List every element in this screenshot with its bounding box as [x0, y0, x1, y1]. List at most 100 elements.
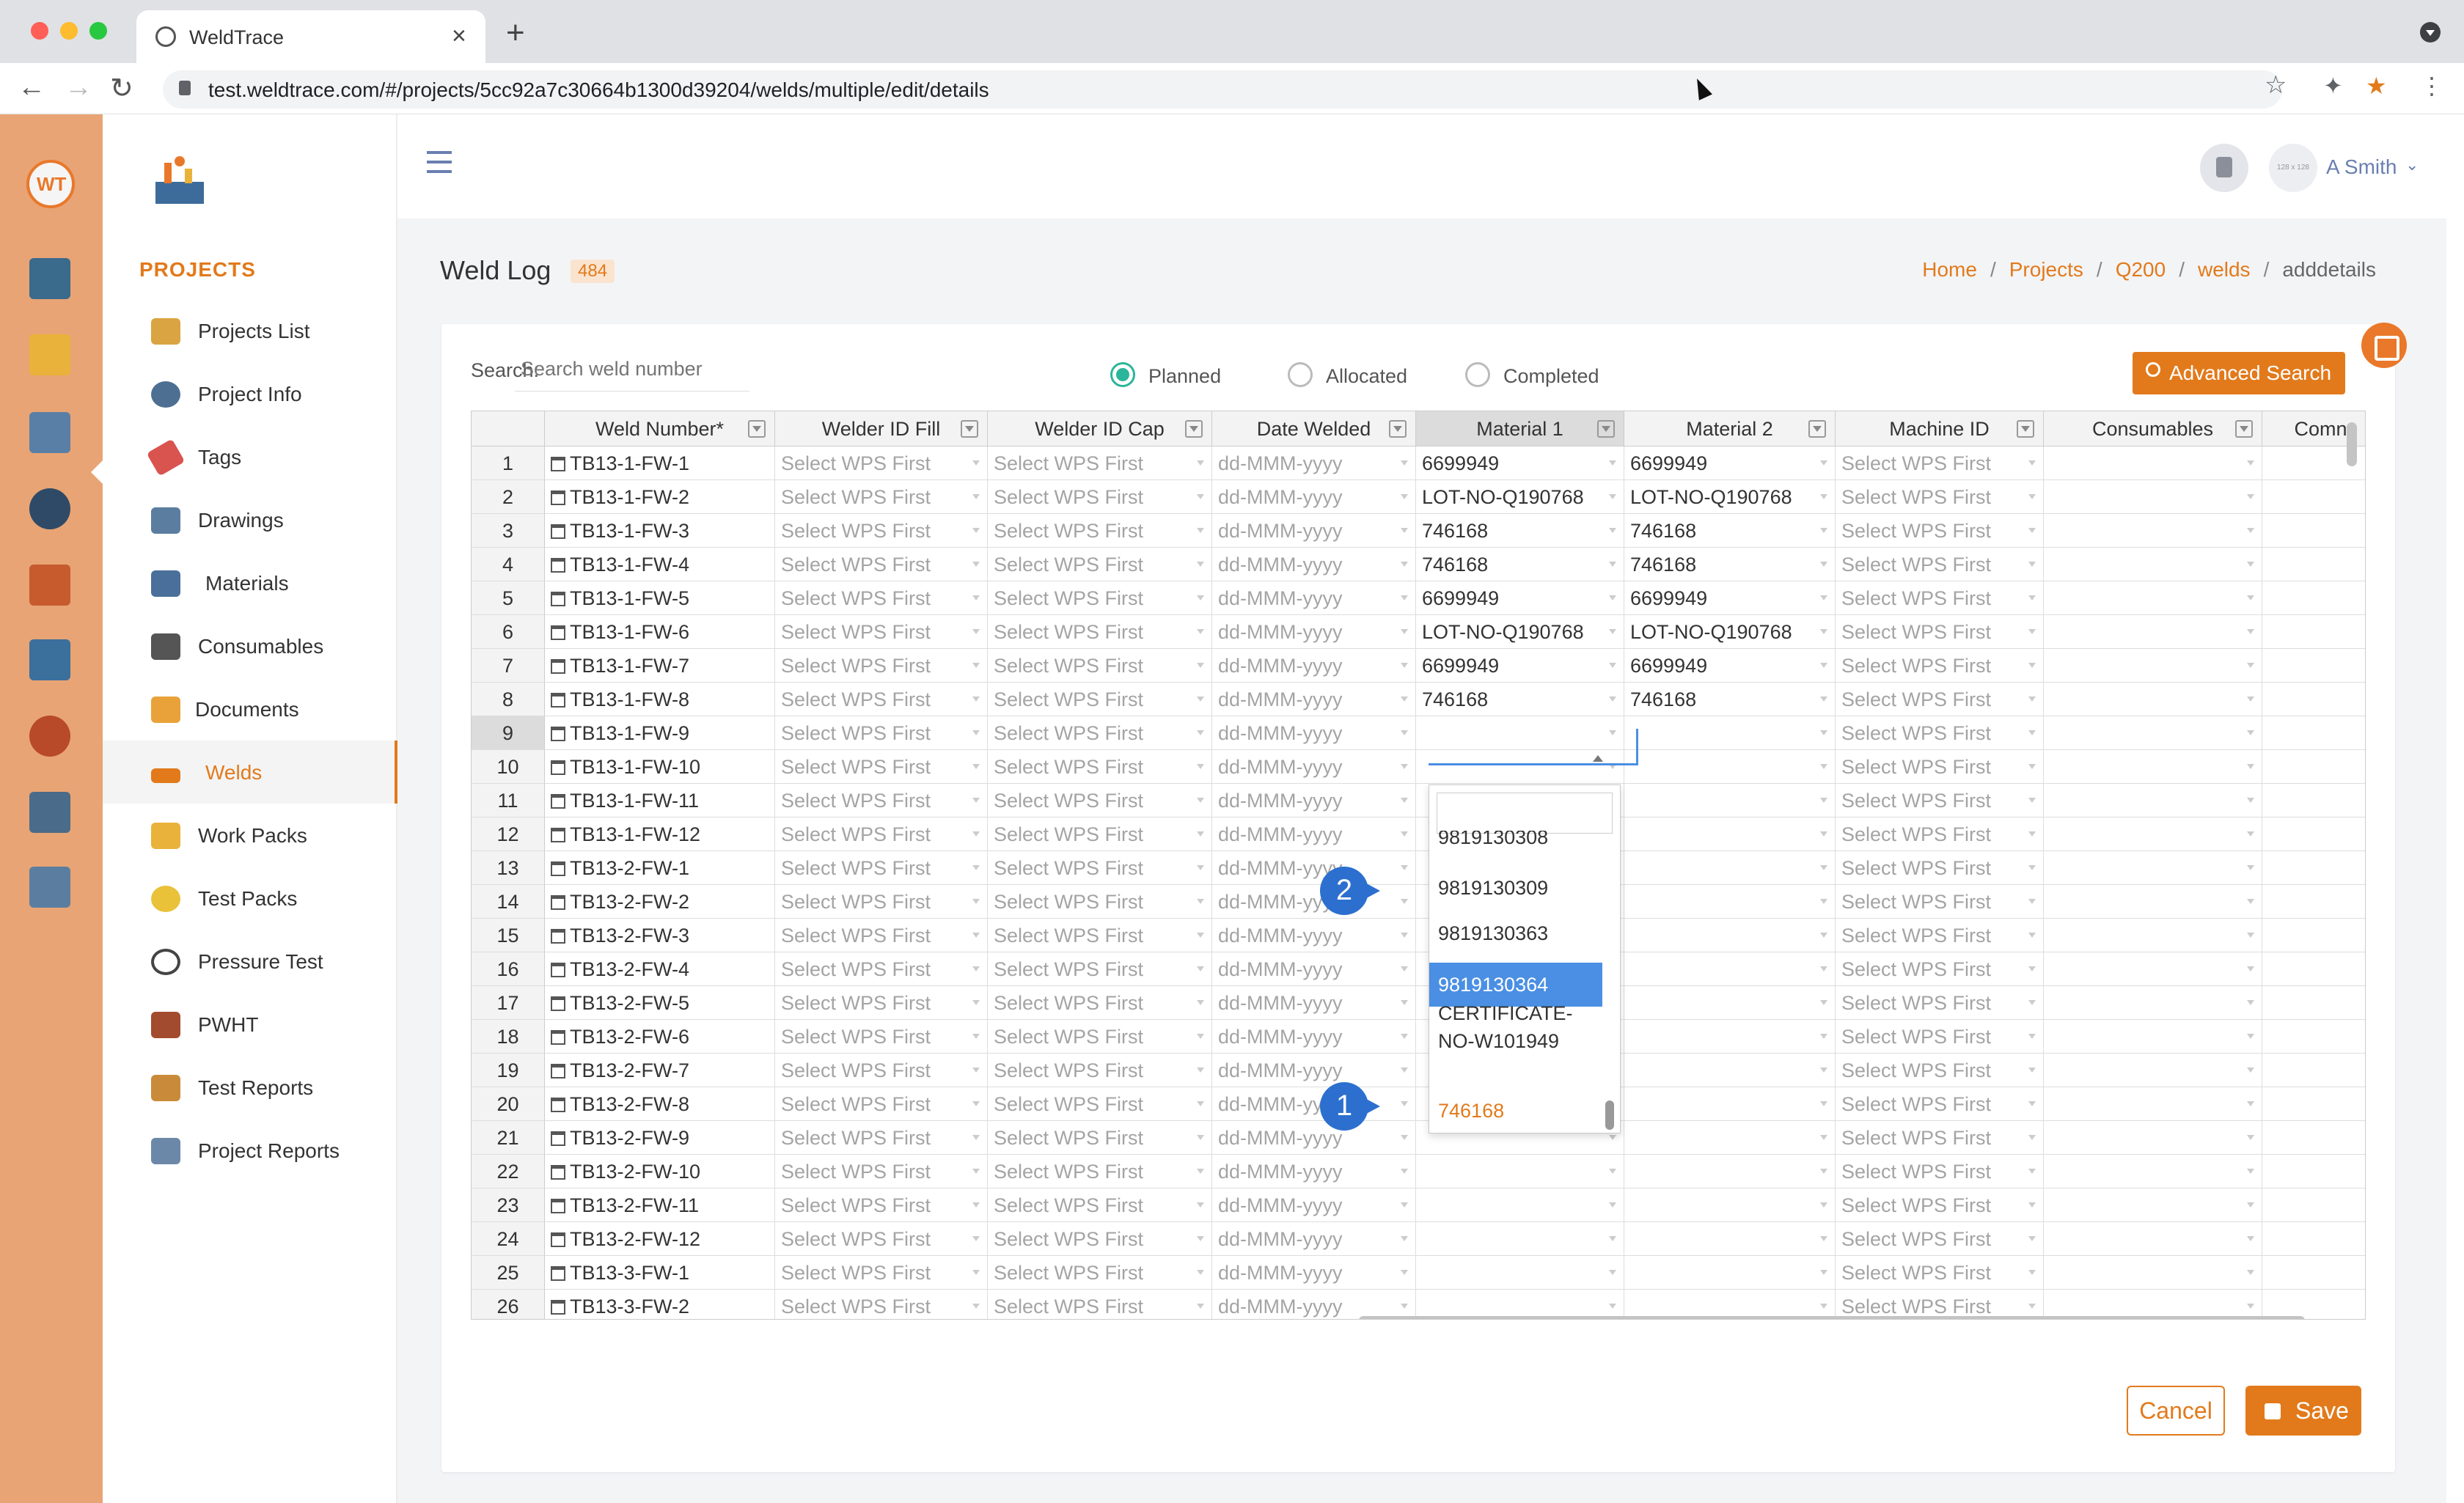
dropdown-arrow-icon[interactable]: [1820, 1067, 1827, 1073]
tab-search-icon[interactable]: [2420, 22, 2441, 43]
comments-cell[interactable]: [2262, 817, 2365, 851]
dropdown-arrow-icon[interactable]: [2247, 629, 2254, 634]
welder-cap-cell[interactable]: Select WPS First: [988, 480, 1212, 514]
filter-icon[interactable]: [748, 420, 766, 438]
material-2-cell[interactable]: 746168: [1624, 683, 1836, 716]
material-2-cell[interactable]: 6699949: [1624, 581, 1836, 615]
material-2-cell[interactable]: [1624, 1087, 1836, 1121]
dropdown-arrow-icon[interactable]: [972, 798, 980, 803]
weld-number-cell[interactable]: TB13-1-FW-6: [545, 615, 775, 649]
row-number[interactable]: 12: [472, 817, 545, 851]
weldtrace-logo[interactable]: WT: [26, 160, 75, 208]
dropdown-arrow-icon[interactable]: [1197, 730, 1204, 735]
row-number[interactable]: 15: [472, 919, 545, 952]
row-number[interactable]: 16: [472, 952, 545, 986]
dropdown-arrow-icon[interactable]: [1820, 1101, 1827, 1106]
dropdown-arrow-icon[interactable]: [972, 1202, 980, 1208]
dropdown-arrow-icon[interactable]: [1609, 562, 1616, 567]
material-1-cell[interactable]: 6699949: [1416, 447, 1624, 480]
dropdown-arrow-icon[interactable]: [2247, 595, 2254, 600]
dropdown-arrow-icon[interactable]: [972, 764, 980, 769]
material-2-cell[interactable]: 746168: [1624, 514, 1836, 548]
row-number[interactable]: 3: [472, 514, 545, 548]
dropdown-arrow-icon[interactable]: [1820, 899, 1827, 904]
consumables-cell[interactable]: [2044, 514, 2262, 548]
dropdown-arrow-icon[interactable]: [1820, 595, 1827, 600]
material-2-cell[interactable]: [1624, 1222, 1836, 1256]
date-welded-cell[interactable]: dd-MMM-yyyy: [1212, 784, 1416, 817]
date-welded-cell[interactable]: dd-MMM-yyyy: [1212, 1290, 1416, 1319]
comments-cell[interactable]: [2262, 986, 2365, 1020]
dropdown-arrow-icon[interactable]: [2028, 562, 2036, 567]
welder-fill-cell[interactable]: Select WPS First: [775, 885, 988, 919]
machine-id-cell[interactable]: Select WPS First: [1836, 548, 2044, 581]
weld-number-cell[interactable]: TB13-2-FW-3: [545, 919, 775, 952]
welder-fill-cell[interactable]: Select WPS First: [775, 750, 988, 784]
consumables-cell[interactable]: [2044, 649, 2262, 683]
date-welded-cell[interactable]: dd-MMM-yyyy: [1212, 615, 1416, 649]
date-welded-cell[interactable]: dd-MMM-yyyy: [1212, 1054, 1416, 1087]
date-welded-cell[interactable]: dd-MMM-yyyy: [1212, 952, 1416, 986]
consumables-cell[interactable]: [2044, 447, 2262, 480]
dropdown-arrow-icon[interactable]: [2028, 460, 2036, 466]
dropdown-arrow-icon[interactable]: [1197, 798, 1204, 803]
dropdown-arrow-icon[interactable]: [1820, 1135, 1827, 1140]
row-number[interactable]: 14: [472, 885, 545, 919]
row-number[interactable]: 24: [472, 1222, 545, 1256]
date-welded-cell[interactable]: dd-MMM-yyyy: [1212, 683, 1416, 716]
weld-number-cell[interactable]: TB13-2-FW-5: [545, 986, 775, 1020]
welder-fill-cell[interactable]: Select WPS First: [775, 615, 988, 649]
row-number[interactable]: 17: [472, 986, 545, 1020]
weld-number-cell[interactable]: TB13-2-FW-6: [545, 1020, 775, 1054]
dropdown-arrow-icon[interactable]: [2247, 1270, 2254, 1275]
welder-cap-cell[interactable]: Select WPS First: [988, 447, 1212, 480]
weld-number-cell[interactable]: TB13-2-FW-9: [545, 1121, 775, 1155]
url-field[interactable]: test.weldtrace.com/#/projects/5cc92a7c30…: [163, 70, 2282, 109]
search-input[interactable]: [515, 348, 749, 392]
date-welded-cell[interactable]: dd-MMM-yyyy: [1212, 885, 1416, 919]
welder-fill-cell[interactable]: Select WPS First: [775, 919, 988, 952]
welder-cap-cell[interactable]: Select WPS First: [988, 1290, 1212, 1319]
welder-fill-cell[interactable]: Select WPS First: [775, 1087, 988, 1121]
dropdown-arrow-icon[interactable]: [972, 1236, 980, 1241]
welder-cap-cell[interactable]: Select WPS First: [988, 1121, 1212, 1155]
weld-number-cell[interactable]: TB13-2-FW-1: [545, 851, 775, 885]
dropdown-option[interactable]: CERTIFICATE-NO-W101949: [1429, 995, 1602, 1061]
dropdown-arrow-icon[interactable]: [2247, 966, 2254, 971]
comments-cell[interactable]: [2262, 1188, 2365, 1222]
allocated-radio[interactable]: [1288, 362, 1313, 387]
dropdown-arrow-icon[interactable]: [972, 1101, 980, 1106]
material-dropdown[interactable]: 9819130308 9819130309 9819130363 9819130364…: [1429, 784, 1621, 1133]
close-tab-icon[interactable]: ×: [452, 22, 466, 51]
dropdown-arrow-icon[interactable]: [1401, 1067, 1408, 1073]
date-welded-cell[interactable]: dd-MMM-yyyy: [1212, 986, 1416, 1020]
comments-cell[interactable]: [2262, 851, 2365, 885]
date-welded-cell[interactable]: dd-MMM-yyyy: [1212, 447, 1416, 480]
material-1-cell[interactable]: [1416, 1290, 1624, 1319]
welder-icon[interactable]: [29, 488, 70, 529]
comments-cell[interactable]: [2262, 683, 2365, 716]
chevron-down-icon[interactable]: ⌄: [2405, 155, 2419, 174]
extensions-icon[interactable]: ✦: [2323, 72, 2343, 100]
welder-cap-cell[interactable]: Select WPS First: [988, 986, 1212, 1020]
dropdown-arrow-icon[interactable]: [2028, 865, 2036, 870]
material-2-cell[interactable]: LOT-NO-Q190768: [1624, 615, 1836, 649]
sidebar-item-materials[interactable]: Materials: [103, 551, 397, 614]
machine-id-cell[interactable]: Select WPS First: [1836, 919, 2044, 952]
dropdown-arrow-icon[interactable]: [1820, 494, 1827, 499]
date-welded-cell[interactable]: dd-MMM-yyyy: [1212, 1155, 1416, 1188]
dropdown-arrow-icon[interactable]: [2028, 1236, 2036, 1241]
row-number[interactable]: 11: [472, 784, 545, 817]
grid-corner[interactable]: [472, 411, 545, 447]
date-welded-cell[interactable]: dd-MMM-yyyy: [1212, 581, 1416, 615]
comments-cell[interactable]: [2262, 581, 2365, 615]
dropdown-arrow-icon[interactable]: [1820, 764, 1827, 769]
dropdown-arrow-icon[interactable]: [1820, 1236, 1827, 1241]
welder-cap-cell[interactable]: Select WPS First: [988, 1155, 1212, 1188]
sidebar-item-project-info[interactable]: Project Info: [103, 362, 397, 425]
weld-number-cell[interactable]: TB13-1-FW-9: [545, 716, 775, 750]
comments-cell[interactable]: [2262, 480, 2365, 514]
material-1-cell[interactable]: [1416, 1222, 1624, 1256]
welder-cap-cell[interactable]: Select WPS First: [988, 784, 1212, 817]
dropdown-arrow-icon[interactable]: [2247, 697, 2254, 702]
